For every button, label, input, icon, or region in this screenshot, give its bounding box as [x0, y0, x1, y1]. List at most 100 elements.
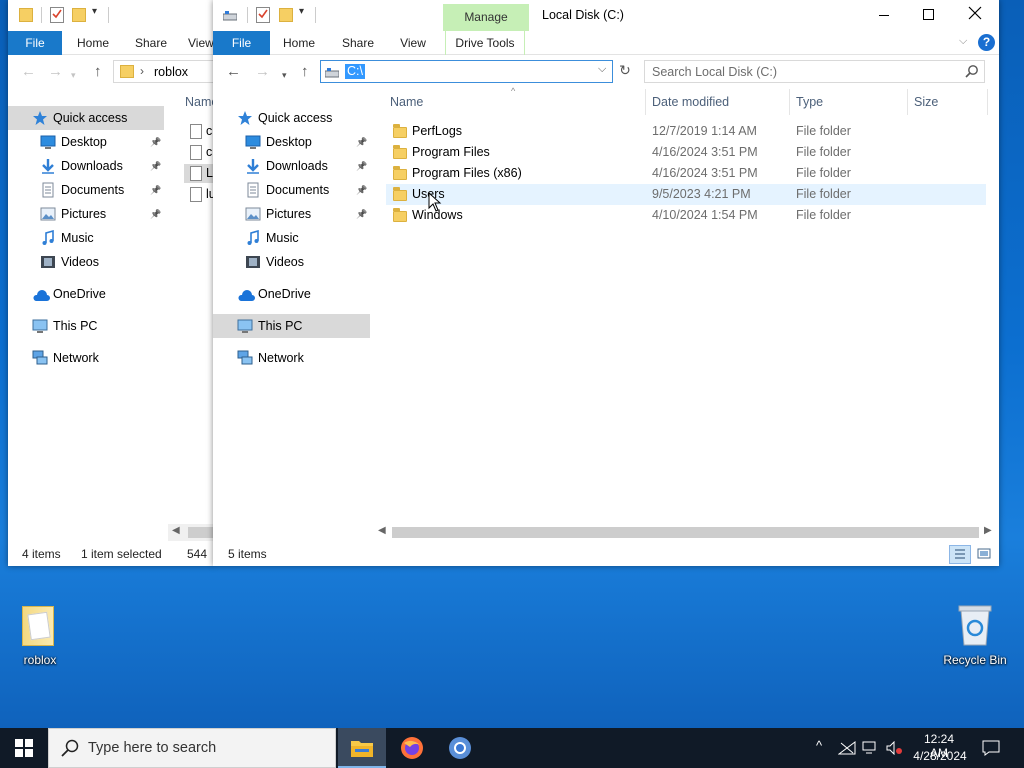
- list-item[interactable]: lu: [184, 185, 214, 204]
- taskbar-chrome[interactable]: [436, 728, 484, 768]
- sidebar-item-desktop[interactable]: Desktop 📌: [8, 130, 164, 154]
- column-header-type[interactable]: Type: [790, 89, 908, 115]
- back-explorer-window[interactable]: ▾ File Home Share View ← → ▾ ↑ › roblox …: [8, 0, 214, 566]
- sidebar-item-network[interactable]: Network: [213, 346, 370, 370]
- list-item[interactable]: L: [184, 164, 214, 183]
- taskbar-firefox[interactable]: [388, 728, 436, 768]
- tab-file[interactable]: File: [8, 31, 62, 55]
- list-item[interactable]: c: [184, 143, 214, 162]
- sidebar-item-downloads[interactable]: Downloads 📌: [8, 154, 164, 178]
- customize-qat-icon[interactable]: ▾: [92, 6, 97, 17]
- table-row[interactable]: Users 9/5/2023 4:21 PM File folder: [386, 184, 986, 205]
- tab-home[interactable]: Home: [276, 31, 322, 55]
- search-input[interactable]: Search Local Disk (C:): [652, 65, 777, 79]
- sidebar-item-desktop[interactable]: Desktop 📌: [213, 130, 370, 154]
- front-title-bar[interactable]: ▾ Manage Local Disk (C:): [213, 0, 999, 31]
- large-icons-view-icon[interactable]: [974, 545, 994, 564]
- tab-file[interactable]: File: [213, 31, 270, 55]
- new-folder-icon[interactable]: [279, 8, 293, 22]
- expand-ribbon-icon[interactable]: ⌵: [959, 35, 967, 48]
- details-view-icon[interactable]: [949, 545, 971, 564]
- properties-icon[interactable]: [256, 7, 270, 23]
- forward-arrow-icon[interactable]: →: [48, 64, 63, 80]
- address-bar[interactable]: C:\ ⌵: [320, 60, 613, 83]
- manage-context-tab[interactable]: Manage: [443, 4, 529, 31]
- tab-share[interactable]: Share: [128, 31, 174, 55]
- show-hidden-icons-icon[interactable]: ^: [816, 738, 822, 753]
- notification-icon[interactable]: [982, 740, 1000, 756]
- tab-drive-tools[interactable]: Drive Tools: [445, 31, 525, 55]
- column-header-name[interactable]: Name: [384, 89, 646, 115]
- tab-view[interactable]: View: [393, 31, 433, 55]
- sidebar-item-pictures[interactable]: Pictures 📌: [8, 202, 164, 226]
- close-icon[interactable]: [968, 6, 982, 20]
- desktop-icon-recycle-bin[interactable]: Recycle Bin: [940, 602, 1010, 670]
- back-column-name-header[interactable]: Name: [185, 95, 214, 109]
- maximize-icon[interactable]: [923, 9, 934, 20]
- sidebar-item-onedrive[interactable]: OneDrive: [213, 282, 370, 306]
- properties-icon[interactable]: [50, 7, 64, 23]
- sidebar-item-this-pc[interactable]: This PC: [8, 314, 164, 338]
- address-input[interactable]: C:\: [345, 64, 365, 79]
- refresh-icon[interactable]: ↻: [617, 62, 633, 81]
- taskbar-search-box[interactable]: Type here to search: [48, 728, 336, 768]
- address-dropdown-icon[interactable]: ⌵: [598, 63, 606, 76]
- back-arrow-icon[interactable]: ←: [226, 64, 241, 80]
- breadcrumb-roblox[interactable]: roblox: [154, 65, 188, 79]
- sidebar-item-quick-access[interactable]: Quick access: [8, 106, 164, 130]
- desktop-icon-roblox[interactable]: roblox: [12, 604, 68, 670]
- scroll-right-icon[interactable]: ▶: [984, 525, 992, 536]
- no-network-icon[interactable]: [838, 741, 856, 755]
- clock-date[interactable]: 4/28/2024: [910, 749, 970, 763]
- sidebar-item-music[interactable]: Music: [8, 226, 164, 250]
- customize-qat-icon[interactable]: ▾: [299, 6, 304, 17]
- scroll-left-icon[interactable]: ◀: [172, 525, 180, 536]
- sidebar-item-quick-access[interactable]: Quick access: [213, 106, 370, 130]
- speaker-muted-icon[interactable]: [886, 741, 904, 755]
- front-explorer-window[interactable]: ▾ Manage Local Disk (C:) File Home Share…: [213, 0, 999, 566]
- new-folder-icon[interactable]: [72, 8, 86, 22]
- tab-home[interactable]: Home: [70, 31, 116, 55]
- sidebar-item-onedrive[interactable]: OneDrive: [8, 282, 164, 306]
- sidebar-item-documents[interactable]: Documents 📌: [8, 178, 164, 202]
- back-arrow-icon[interactable]: ←: [21, 64, 36, 80]
- table-row[interactable]: PerfLogs 12/7/2019 1:14 AM File folder: [386, 121, 986, 142]
- column-header-date[interactable]: Date modified: [646, 89, 790, 115]
- column-header-size[interactable]: Size: [908, 89, 988, 115]
- sidebar-item-videos[interactable]: Videos: [213, 250, 370, 274]
- taskbar-file-explorer[interactable]: [338, 728, 386, 768]
- sidebar-item-documents[interactable]: Documents 📌: [213, 178, 370, 202]
- sidebar-item-downloads[interactable]: Downloads 📌: [213, 154, 370, 178]
- up-arrow-icon[interactable]: ↑: [94, 64, 102, 80]
- taskbar-search-input[interactable]: Type here to search: [88, 740, 216, 756]
- scroll-thumb[interactable]: [392, 527, 979, 538]
- horizontal-scrollbar[interactable]: ◀ ▶: [375, 524, 999, 541]
- recent-chevron-icon[interactable]: ▾: [71, 67, 76, 83]
- up-arrow-icon[interactable]: ↑: [301, 64, 309, 80]
- help-icon[interactable]: ?: [978, 34, 995, 51]
- back-address-bar[interactable]: › roblox: [113, 60, 214, 83]
- sidebar-item-videos[interactable]: Videos: [8, 250, 164, 274]
- back-title-bar[interactable]: ▾: [8, 0, 214, 31]
- list-item[interactable]: c: [184, 122, 214, 141]
- sidebar-item-pictures[interactable]: Pictures 📌: [213, 202, 370, 226]
- sidebar-item-this-pc[interactable]: This PC: [213, 314, 370, 338]
- breadcrumb-separator[interactable]: ›: [140, 64, 144, 78]
- forward-arrow-icon[interactable]: →: [255, 64, 270, 80]
- tab-share[interactable]: Share: [335, 31, 381, 55]
- search-icon[interactable]: [965, 64, 979, 81]
- table-row[interactable]: Program Files 4/16/2024 3:51 PM File folde…: [386, 142, 986, 163]
- sidebar-item-music[interactable]: Music: [213, 226, 370, 250]
- network-status-icon[interactable]: [862, 741, 880, 755]
- start-button[interactable]: [0, 728, 48, 768]
- recent-chevron-icon[interactable]: ▾: [282, 67, 287, 83]
- back-horizontal-scrollbar[interactable]: ◀: [168, 524, 214, 541]
- search-box[interactable]: Search Local Disk (C:): [644, 60, 985, 83]
- sidebar-item-network[interactable]: Network: [8, 346, 164, 370]
- table-row[interactable]: Program Files (x86) 4/16/2024 3:51 PM File…: [386, 163, 986, 184]
- table-row[interactable]: Windows 4/10/2024 1:54 PM File folder: [386, 205, 986, 226]
- tab-view[interactable]: View: [188, 31, 214, 55]
- scroll-thumb[interactable]: [188, 527, 214, 538]
- minimize-icon[interactable]: [879, 15, 889, 16]
- scroll-left-icon[interactable]: ◀: [378, 525, 386, 536]
